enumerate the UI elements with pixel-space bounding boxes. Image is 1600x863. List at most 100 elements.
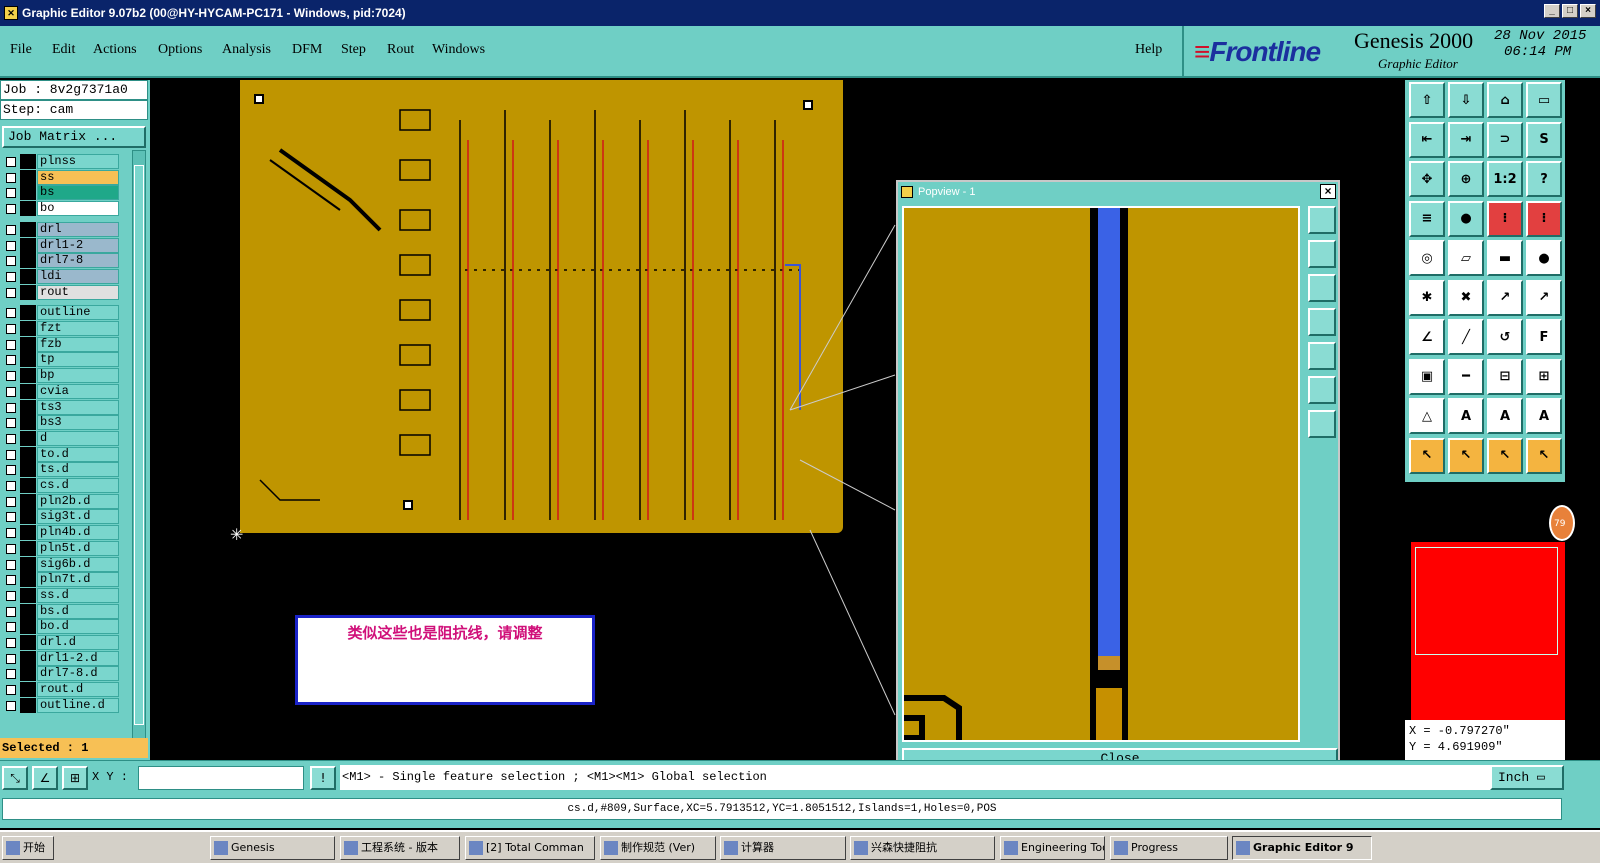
layer-name[interactable]: d	[37, 430, 119, 446]
menu-rout[interactable]: Rout	[387, 42, 414, 58]
job-matrix-button[interactable]: Job Matrix ...	[2, 126, 146, 148]
arc-icon[interactable]: ↺	[1487, 319, 1523, 355]
layer-name[interactable]: fzt	[37, 321, 119, 336]
menu-help[interactable]: Help	[1135, 42, 1162, 58]
layer-name[interactable]: drl7-8.d	[37, 666, 119, 682]
layer-checkbox[interactable]	[6, 386, 16, 397]
layer-checkbox[interactable]	[6, 512, 16, 523]
layer-color-swatch[interactable]	[20, 305, 36, 321]
layer-checkbox[interactable]	[6, 481, 16, 491]
layer-checkbox[interactable]	[6, 590, 16, 601]
fanout-icon[interactable]: F	[1526, 319, 1562, 355]
layer-checkbox[interactable]	[6, 559, 16, 570]
layer-name[interactable]: pln2b.d	[37, 493, 119, 509]
layer-name[interactable]: bo	[37, 201, 119, 217]
pad-icon[interactable]: ◎	[1409, 240, 1445, 276]
layer-color-swatch[interactable]	[20, 587, 36, 603]
layer-row[interactable]: to.d	[2, 446, 120, 462]
layer-name[interactable]: sig6b.d	[37, 556, 119, 572]
popview-center-icon[interactable]	[1308, 410, 1336, 438]
pan-left-icon[interactable]: ⇤	[1409, 121, 1445, 158]
layer-checkbox[interactable]	[6, 188, 16, 199]
layer-color-swatch[interactable]	[20, 682, 36, 698]
layer-row[interactable]: plnss	[2, 154, 120, 169]
xy-input[interactable]	[138, 766, 304, 790]
notification-badge[interactable]: 79	[1549, 505, 1575, 541]
layer-color-swatch[interactable]	[20, 368, 36, 384]
layer-color-swatch[interactable]	[20, 697, 36, 713]
layer-checkbox[interactable]	[6, 308, 16, 319]
layer-checkbox[interactable]	[6, 240, 16, 251]
snap-icon[interactable]: ●	[1448, 200, 1484, 237]
layer-checkbox[interactable]	[6, 157, 16, 167]
copy-icon[interactable]: ▣	[1409, 358, 1445, 395]
home-icon[interactable]: ⌂	[1487, 82, 1523, 118]
menu-dfm[interactable]: DFM	[292, 42, 322, 58]
layer-row[interactable]: pln2b.d	[2, 493, 120, 509]
layer-color-swatch[interactable]	[20, 572, 36, 588]
taskbar-item[interactable]: Genesis	[210, 836, 335, 860]
taskbar-item[interactable]: [2] Total Comman	[465, 836, 595, 860]
layer-color-swatch[interactable]	[20, 185, 36, 201]
taskbar-item[interactable]: Engineering Toolki	[1000, 836, 1105, 860]
popview-canvas[interactable]	[902, 206, 1300, 742]
layer-color-swatch[interactable]	[20, 666, 36, 682]
popview-down-icon[interactable]	[1308, 274, 1336, 302]
layer-checkbox[interactable]	[6, 271, 16, 282]
layer-checkbox[interactable]	[6, 606, 16, 617]
layer-checkbox[interactable]	[6, 172, 16, 183]
layer-checkbox[interactable]	[6, 543, 16, 554]
layer-checkbox[interactable]	[6, 700, 16, 711]
layer-row[interactable]: ts.d	[2, 462, 120, 478]
layer-name[interactable]: cvia	[37, 383, 119, 399]
layer-color-swatch[interactable]	[20, 321, 36, 336]
layer-row[interactable]: pln7t.d	[2, 572, 120, 588]
diagonal-icon[interactable]: ╱	[1448, 319, 1484, 355]
zoom-in-icon[interactable]: ✥	[1409, 161, 1445, 197]
surface-icon[interactable]: ▱	[1448, 240, 1484, 276]
layer-name[interactable]: bo.d	[37, 619, 119, 635]
popview-left-icon[interactable]	[1308, 308, 1336, 336]
layer-name[interactable]: pln4b.d	[37, 525, 119, 541]
layer-checkbox[interactable]	[6, 371, 16, 382]
layer-compare-icon[interactable]: ⁝	[1487, 200, 1523, 237]
layer-row[interactable]: ss.d	[2, 587, 120, 603]
layer-row[interactable]: rout	[2, 284, 120, 300]
layer-checkbox[interactable]	[6, 256, 16, 267]
layer-row[interactable]: cs.d	[2, 478, 120, 493]
zoom-out-icon[interactable]: ⊕	[1448, 161, 1484, 197]
ruler-icon[interactable]: ▬	[1487, 240, 1523, 276]
layer-row[interactable]: pln5t.d	[2, 540, 120, 556]
layer-name[interactable]: pln5t.d	[37, 540, 119, 556]
layer-name[interactable]: bp	[37, 368, 119, 384]
layer-name[interactable]: drl7-8	[37, 253, 119, 269]
menu-actions[interactable]: Actions	[93, 42, 137, 58]
layer-color-swatch[interactable]	[20, 415, 36, 431]
layer-color-swatch[interactable]	[20, 253, 36, 269]
layer-name[interactable]: bs3	[37, 415, 119, 431]
maximize-button[interactable]: □	[1562, 4, 1578, 18]
layer-name[interactable]: drl1-2	[37, 237, 119, 253]
a-fill-icon[interactable]: A	[1487, 398, 1523, 434]
layer-row[interactable]: pln4b.d	[2, 525, 120, 541]
layer-color-swatch[interactable]	[20, 556, 36, 572]
layer-color-swatch[interactable]	[20, 525, 36, 541]
split-icon[interactable]: ↗	[1526, 279, 1562, 316]
layer-checkbox[interactable]	[6, 465, 16, 476]
layer-row[interactable]: ss	[2, 169, 120, 185]
layer-color-swatch[interactable]	[20, 383, 36, 399]
layer-color-swatch[interactable]	[20, 540, 36, 556]
layer-color-swatch[interactable]	[20, 201, 36, 217]
layer-checkbox[interactable]	[6, 204, 16, 215]
dot-icon[interactable]: ●	[1526, 240, 1562, 276]
layer-color-swatch[interactable]	[20, 399, 36, 415]
grid-mode-icon[interactable]: ⊞	[62, 766, 88, 790]
layer-color-swatch[interactable]	[20, 650, 36, 666]
angle-mode-icon[interactable]: ∠	[32, 766, 58, 790]
layer-row[interactable]: rout.d	[2, 682, 120, 698]
taskbar-item[interactable]: Graphic Editor 9	[1232, 836, 1372, 860]
layer-checkbox[interactable]	[6, 433, 16, 444]
menu-file[interactable]: File	[10, 42, 32, 58]
layer-name[interactable]: outline.d	[37, 697, 119, 713]
popview-close-icon[interactable]: ×	[1320, 184, 1336, 199]
